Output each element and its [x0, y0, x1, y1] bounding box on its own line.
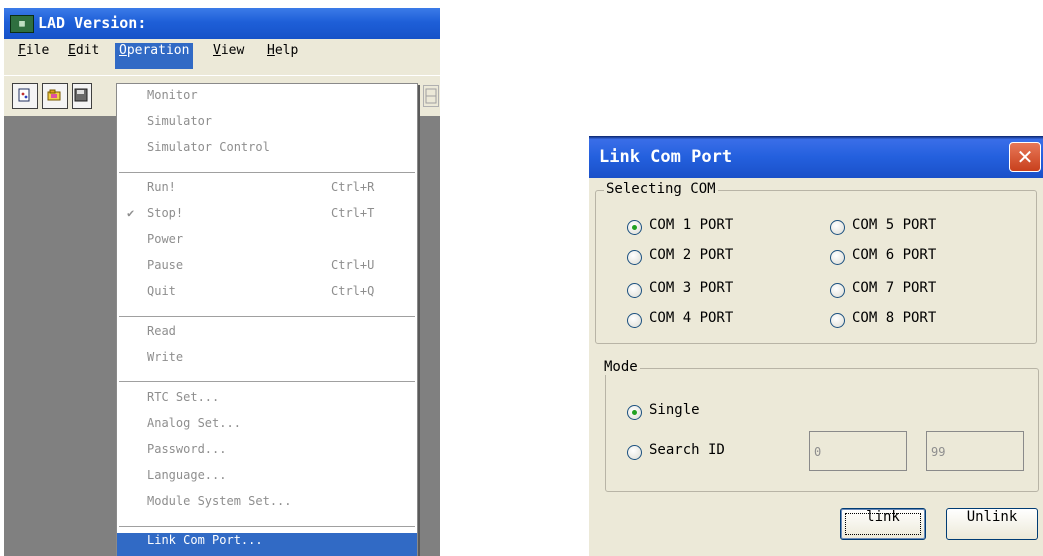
radio-circle: [627, 220, 642, 235]
menu-separator: [119, 381, 415, 383]
id-from-field[interactable]: 0: [809, 431, 907, 471]
focus-rectangle: [845, 513, 921, 535]
menu-separator: [119, 316, 415, 318]
radio-circle: [627, 283, 642, 298]
new-file-button[interactable]: [12, 83, 38, 109]
menu-help[interactable]: Help: [263, 43, 302, 69]
radio-selected-dot: [632, 410, 637, 415]
menu-item-link-com-port[interactable]: Link Com Port...: [117, 533, 417, 556]
selecting-com-legend: Selecting COM: [604, 181, 718, 197]
mode-group: Mode Single Search ID 0 99: [602, 359, 1039, 492]
menu-item-rtc-set[interactable]: RTC Set...: [117, 390, 417, 416]
radio-circle: [830, 283, 845, 298]
menu-view[interactable]: View: [209, 43, 248, 69]
menu-item-run[interactable]: Run! Ctrl+R: [117, 180, 417, 206]
radio-circle: [830, 220, 845, 235]
dialog-title: Link Com Port: [599, 147, 733, 167]
menu-separator: [119, 526, 415, 528]
menu-bar: File Edit Operation View Help: [4, 39, 440, 75]
app-icon: ▦: [10, 15, 34, 33]
menu-edit[interactable]: Edit: [64, 43, 103, 69]
menu-item-pause[interactable]: Pause Ctrl+U: [117, 258, 417, 284]
app-window: ▦ LAD Version: File Edit Operation View …: [4, 8, 440, 556]
menu-item-power[interactable]: Power: [117, 232, 417, 258]
close-icon: ✕: [1016, 145, 1034, 169]
radio-circle: [627, 445, 642, 460]
menu-item-language[interactable]: Language...: [117, 468, 417, 494]
menu-operation[interactable]: Operation: [115, 43, 194, 69]
link-com-port-dialog: Link Com Port ✕ Selecting COM COM 1 PORT…: [589, 136, 1043, 556]
menu-item-stop[interactable]: ✔ Stop! Ctrl+T: [117, 206, 417, 232]
menu-file[interactable]: File: [14, 43, 53, 69]
grid-icon: [425, 88, 437, 104]
grid-button[interactable]: [423, 85, 439, 107]
menu-item-monitor[interactable]: Monitor: [117, 88, 417, 114]
radio-circle: [627, 405, 642, 420]
app-title: LAD Version:: [38, 14, 147, 32]
operation-menu: Monitor Simulator Simulator Control Run!…: [116, 83, 418, 556]
radio-circle: [627, 250, 642, 265]
save-icon: [74, 88, 88, 102]
dialog-title-bar[interactable]: Link Com Port ✕: [589, 136, 1043, 178]
radio-circle: [830, 313, 845, 328]
unlink-button[interactable]: Unlink: [946, 508, 1038, 540]
new-file-icon: [18, 88, 30, 102]
radio-selected-dot: [632, 225, 637, 230]
selecting-com-group: Selecting COM COM 1 PORT COM 2 PORT COM …: [595, 181, 1037, 344]
checkmark-icon: ✔: [127, 206, 135, 220]
link-button[interactable]: link: [840, 508, 926, 540]
menu-item-read[interactable]: Read: [117, 324, 417, 350]
radio-circle: [830, 250, 845, 265]
menu-item-simulator[interactable]: Simulator: [117, 114, 417, 140]
app-title-bar[interactable]: ▦ LAD Version:: [4, 8, 440, 39]
close-button[interactable]: ✕: [1009, 142, 1041, 172]
menu-item-write[interactable]: Write: [117, 350, 417, 376]
menu-item-password[interactable]: Password...: [117, 442, 417, 468]
menu-item-quit[interactable]: Quit Ctrl+Q: [117, 284, 417, 310]
menu-item-analog-set[interactable]: Analog Set...: [117, 416, 417, 442]
open-folder-button[interactable]: [42, 83, 68, 109]
menu-separator: [119, 172, 415, 174]
mode-legend: Mode: [602, 359, 640, 375]
save-button[interactable]: [72, 83, 92, 109]
menu-item-module-system-set[interactable]: Module System Set...: [117, 494, 417, 520]
open-folder-icon: [47, 89, 61, 101]
radio-circle: [627, 313, 642, 328]
menu-item-simulator-control[interactable]: Simulator Control: [117, 140, 417, 166]
id-to-field[interactable]: 99: [926, 431, 1024, 471]
